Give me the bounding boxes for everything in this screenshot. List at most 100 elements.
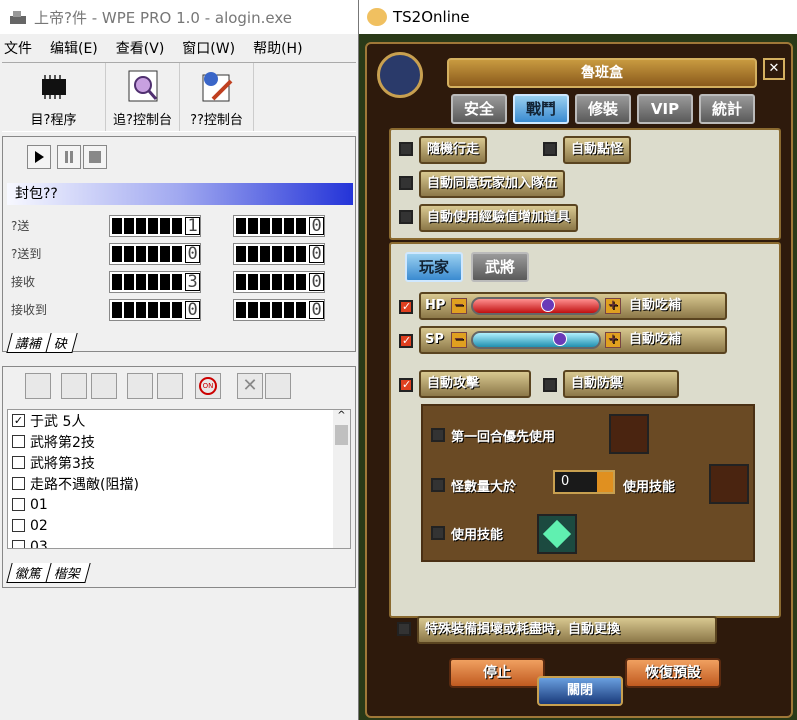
counter-display: 0 (233, 215, 325, 237)
list-item[interactable]: 武將第3技 (8, 452, 350, 473)
checkbox[interactable] (12, 456, 25, 469)
equip-swap-checkbox[interactable] (397, 622, 411, 636)
scroll-thumb[interactable] (335, 425, 348, 445)
list-item[interactable]: 武將第2技 (8, 431, 350, 452)
tab-vip[interactable]: VIP (637, 94, 693, 124)
counter-display: 1 (109, 215, 201, 237)
sp-slider[interactable] (471, 331, 601, 349)
sp-plus-icon[interactable]: + (605, 332, 621, 348)
menu-file[interactable]: 文件 (4, 38, 32, 58)
auto-exp-item-checkbox[interactable] (399, 210, 413, 224)
scroll-up-icon[interactable]: ^ (333, 410, 350, 421)
sp-minus-icon[interactable]: − (451, 332, 467, 348)
panel-title: 魯班盒 (447, 58, 757, 88)
counter-display: 0 (233, 243, 325, 265)
auto-accept-party-checkbox[interactable] (399, 176, 413, 190)
subtab-player[interactable]: 玩家 (405, 252, 463, 282)
edit-icon[interactable] (127, 373, 153, 399)
auto-defend-label: 自動防禦 (563, 370, 679, 398)
chip-icon (36, 69, 72, 105)
checkbox[interactable] (12, 477, 25, 490)
sp-checkbox[interactable] (399, 334, 413, 348)
delete-icon[interactable]: ✕ (237, 373, 263, 399)
hp-slider-knob[interactable] (541, 298, 555, 312)
menu-window[interactable]: 窗口(W) (182, 38, 235, 58)
list-item[interactable]: 01 (8, 494, 350, 515)
game-window: TS2Online 魯班盒 ✕ 安全 戰鬥 修裝 VIP 統計 隨機行走 自動點… (358, 0, 797, 720)
list-item[interactable]: 02 (8, 515, 350, 536)
monster-count-checkbox[interactable] (431, 478, 445, 492)
random-walk-checkbox[interactable] (399, 142, 413, 156)
save-icon[interactable] (61, 373, 87, 399)
random-walk-label: 隨機行走 (419, 136, 488, 164)
monster-count-select[interactable]: 0 (553, 470, 615, 494)
menu-help[interactable]: 帮助(H) (253, 38, 302, 58)
counter-display: 0 (233, 299, 325, 321)
tab-filter-2[interactable]: 楷架 (45, 563, 91, 583)
auto-defend-checkbox[interactable] (543, 378, 557, 392)
checkbox[interactable] (12, 498, 25, 511)
hp-checkbox[interactable] (399, 300, 413, 314)
game-area: 魯班盒 ✕ 安全 戰鬥 修裝 VIP 統計 隨機行走 自動點怪 自動同意玩家加入… (359, 34, 797, 720)
menubar: 文件 编辑(E) 查看(V) 窗口(W) 帮助(H) (0, 36, 358, 60)
toggle-on-icon[interactable]: ON (195, 373, 221, 399)
wpe-window: 上帝?件 - WPE PRO 1.0 - alogin.exe 文件 编辑(E)… (0, 0, 358, 720)
monster-skill-slot[interactable] (709, 464, 749, 504)
toolbar: 目?程序 追?控制台 ??控制台 (2, 62, 356, 132)
auto-click-monster-label: 自動點怪 (563, 136, 632, 164)
save-as-icon[interactable] (91, 373, 117, 399)
first-round-slot[interactable] (609, 414, 649, 454)
list-item[interactable]: 走路不遇敵(阻擋) (8, 473, 350, 494)
stop-button[interactable]: 停止 (449, 658, 545, 688)
hp-minus-icon[interactable]: − (451, 298, 467, 314)
checkbox-checked[interactable]: ✓ (12, 414, 25, 427)
menu-view[interactable]: 查看(V) (116, 38, 165, 58)
subtab-general[interactable]: 武將 (471, 252, 529, 282)
sp-row: SP − + 自動吃補 (419, 326, 727, 354)
checkbox[interactable] (12, 435, 25, 448)
log-console-button[interactable]: 追?控制台 (106, 63, 180, 131)
counter-row: 接收到 0 0 (11, 299, 347, 321)
play-button[interactable] (27, 145, 51, 169)
menu-edit[interactable]: 编辑(E) (50, 38, 98, 58)
auto-click-monster-checkbox[interactable] (543, 142, 557, 156)
lubanhe-panel: 魯班盒 ✕ 安全 戰鬥 修裝 VIP 統計 隨機行走 自動點怪 自動同意玩家加入… (365, 42, 793, 718)
pause-button[interactable] (57, 145, 81, 169)
hp-slider[interactable] (471, 297, 601, 315)
use-skill-checkbox[interactable] (431, 526, 445, 540)
general-panel: 隨機行走 自動點怪 自動同意玩家加入隊伍 自動使用經驗值增加道具 (389, 128, 781, 240)
chevron-down-icon[interactable] (597, 472, 613, 492)
scrollbar[interactable]: ^ (333, 410, 350, 548)
auto-attack-label: 自動攻擊 (419, 370, 531, 398)
filter-tabs: 徽篤 楷架 (6, 563, 91, 583)
skill-gem-icon[interactable] (537, 514, 577, 554)
pen-icon[interactable] (157, 373, 183, 399)
hp-row: HP − + 自動吃補 (419, 292, 727, 320)
game-icon (367, 8, 387, 26)
first-round-checkbox[interactable] (431, 428, 445, 442)
list-item[interactable]: 03 (8, 536, 350, 548)
sp-slider-knob[interactable] (553, 332, 567, 346)
close-icon[interactable]: ✕ (763, 58, 785, 80)
tab-packet-2[interactable]: 砄 (45, 333, 78, 353)
use-skill-label: 使用技能 (451, 528, 504, 543)
tab-stats[interactable]: 統計 (699, 94, 755, 124)
tab-battle[interactable]: 戰鬥 (513, 94, 569, 124)
use-skill-inline-label: 使用技能 (623, 480, 676, 495)
open-icon[interactable] (25, 373, 51, 399)
checkbox[interactable] (12, 540, 25, 548)
packet-panel: 封包?? ?送 1 0 ?送到 0 0 接收 3 0 接收到 0 0 講補 砄 (2, 136, 356, 353)
trash-icon[interactable] (265, 373, 291, 399)
auto-attack-checkbox[interactable] (399, 378, 413, 392)
target-program-button[interactable]: 目?程序 (2, 63, 106, 131)
close-button[interactable]: 關閉 (537, 676, 623, 706)
send-console-button[interactable]: ??控制台 (180, 63, 254, 131)
hp-plus-icon[interactable]: + (605, 298, 621, 314)
checkbox[interactable] (12, 519, 25, 532)
list-item[interactable]: ✓ 于武 5人 (8, 410, 350, 431)
restore-default-button[interactable]: 恢復預設 (625, 658, 721, 688)
tab-repair[interactable]: 修裝 (575, 94, 631, 124)
tab-safety[interactable]: 安全 (451, 94, 507, 124)
stop-button[interactable] (83, 145, 107, 169)
counter-display: 3 (109, 271, 201, 293)
